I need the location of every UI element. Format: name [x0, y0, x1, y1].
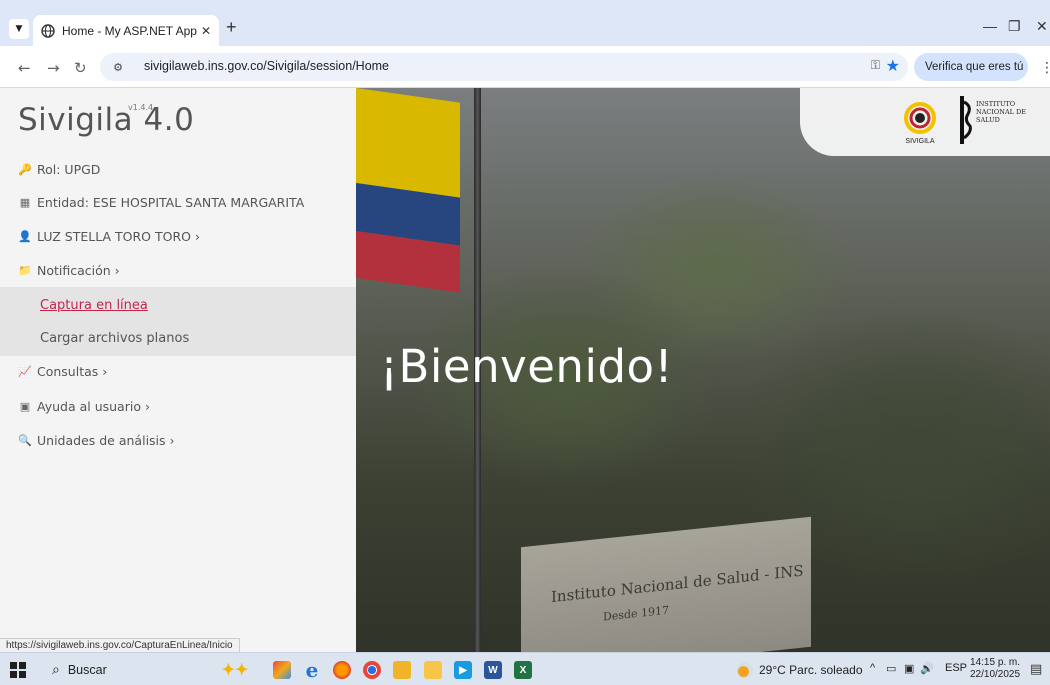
sidebar-item-unidades[interactable]: 🔍 Unidades de análisis › [18, 433, 175, 448]
verify-profile-button[interactable]: Verifica que eres tú [914, 53, 1028, 81]
display-icon[interactable]: ▣ [904, 662, 914, 675]
logo-card: SIVIGILA INSTITUTO NACIONAL DE SALUD [800, 88, 1050, 156]
sidebar-item-consultas[interactable]: 📈 Consultas › [18, 364, 107, 379]
excel-icon[interactable]: X [514, 661, 532, 679]
weather-widget[interactable]: 29°C Parc. soleado [737, 662, 863, 678]
hero-banner: Instituto Nacional de Salud - INS Desde … [356, 88, 1050, 652]
sivigila-logo: SIVIGILA [900, 98, 940, 146]
sign-text: Instituto Nacional de Salud - INS [551, 561, 804, 607]
search-icon: ⌕ [52, 661, 60, 677]
firefox-icon[interactable] [333, 661, 351, 679]
tab-title: Home - My ASP.NET Applicatio [62, 23, 197, 38]
entity-label: Entidad: ESE HOSPITAL SANTA MARGARITA [37, 195, 305, 210]
user-label: LUZ STELLA TORO TORO › [37, 229, 200, 244]
status-url-tooltip: https://sivigilaweb.ins.gov.co/CapturaEn… [0, 638, 240, 653]
svg-text:SIVIGILA: SIVIGILA [905, 138, 935, 145]
search-icon: 🔍 [18, 434, 32, 447]
help-icon: ▣ [19, 400, 31, 413]
consultas-label: Consultas › [37, 364, 108, 379]
forward-arrow-icon[interactable]: → [47, 59, 60, 77]
minimize-icon[interactable]: — [983, 18, 997, 34]
sticky-notes-icon[interactable] [424, 661, 442, 679]
sidebar: Sivigila 4.0 v1.4.4 🔑 Rol: UPGD ▦ Entida… [0, 88, 356, 652]
app-title[interactable]: Sivigila 4.0 [18, 102, 194, 138]
weather-label: 29°C Parc. soleado [759, 663, 863, 677]
word-icon[interactable]: W [484, 661, 502, 679]
submenu-cargar-archivos-planos[interactable]: Cargar archivos planos [40, 331, 189, 346]
clock-date: 22/10/2025 [970, 669, 1021, 680]
key-icon: 🔑 [18, 163, 32, 176]
clock[interactable]: 14:15 p. m. 22/10/2025 [970, 657, 1020, 681]
sign-subtext: Desde 1917 [603, 603, 670, 624]
taskbar-search-label: Buscar [67, 662, 107, 677]
new-tab-button[interactable]: + [226, 17, 237, 38]
sidebar-item-ayuda[interactable]: ▣ Ayuda al usuario › [18, 399, 150, 414]
browser-menu-icon[interactable]: ⋮ [1040, 60, 1050, 76]
welcome-heading: ¡Bienvenido! [380, 340, 674, 393]
back-arrow-icon[interactable]: ← [18, 59, 31, 77]
network-icon[interactable]: ▭ [886, 662, 896, 675]
verify-label: Verifica que eres tú [925, 61, 1024, 73]
file-explorer-icon[interactable] [393, 661, 411, 679]
site-settings-icon[interactable]: ⚙ [110, 59, 126, 75]
taskbar-search[interactable]: ⌕ Buscar [42, 656, 192, 683]
ins-logo-text: INSTITUTO NACIONAL DE SALUD [976, 100, 1026, 124]
chrome-icon[interactable] [363, 661, 381, 679]
windows-start-icon[interactable] [10, 662, 26, 678]
submenu-captura-en-linea[interactable]: Captura en línea [40, 298, 148, 313]
colombia-flag-image [356, 88, 460, 293]
internet-explorer-icon[interactable]: e [303, 658, 321, 682]
restore-icon[interactable]: ❐ [1008, 18, 1021, 35]
notificacion-label: Notificación › [37, 263, 120, 278]
user-icon: 👤 [18, 230, 32, 243]
sidebar-item-user[interactable]: 👤 LUZ STELLA TORO TORO › [18, 229, 200, 244]
line-chart-icon: 📈 [18, 365, 32, 378]
copilot-sparkle-icon[interactable]: ✦✦ [213, 661, 257, 679]
media-player-icon[interactable]: ▶ [454, 661, 472, 679]
sidebar-item-notificacion[interactable]: 📁 Notificación › [18, 263, 120, 278]
bookmark-star-icon[interactable]: ★ [886, 56, 900, 75]
windows-taskbar: ⌕ Buscar ✦✦ e ▶ W X 29°C Parc. soleado ^… [0, 652, 1050, 685]
reload-icon[interactable]: ↻ [74, 59, 87, 77]
building-icon: ▦ [19, 196, 31, 209]
ayuda-label: Ayuda al usuario › [37, 399, 150, 414]
chevron-up-icon[interactable]: ^ [870, 662, 875, 674]
notifications-icon[interactable]: ▤ [1030, 662, 1042, 677]
browser-tab-home[interactable]: Home - My ASP.NET Applicatio ✕ [33, 15, 219, 46]
notificacion-submenu: Captura en línea Cargar archivos planos [0, 287, 356, 356]
unidades-label: Unidades de análisis › [37, 433, 175, 448]
role-label: Rol: UPGD [37, 162, 101, 177]
ins-sign-image: Instituto Nacional de Salud - INS Desde … [521, 516, 811, 652]
copilot-app-icon[interactable] [273, 661, 291, 679]
clock-time: 14:15 p. m. [970, 657, 1021, 668]
partly-sunny-icon [737, 662, 753, 678]
volume-icon[interactable]: 🔊 [920, 662, 934, 675]
close-window-icon[interactable]: ✕ [1036, 18, 1048, 35]
password-key-icon[interactable]: ⚿ [871, 58, 880, 73]
globe-icon [41, 23, 55, 38]
address-bar[interactable]: ⚙ sivigilaweb.ins.gov.co/Sivigila/sessio… [100, 53, 908, 81]
address-toolbar: ← → ↻ ⚙ sivigilaweb.ins.gov.co/Sivigila/… [0, 46, 1050, 88]
url-text[interactable]: sivigilaweb.ins.gov.co/Sivigila/session/… [144, 59, 389, 73]
ins-logo: INSTITUTO NACIONAL DE SALUD [960, 96, 1044, 144]
sidebar-role: 🔑 Rol: UPGD [18, 162, 100, 177]
language-indicator[interactable]: ESP [945, 662, 967, 674]
browser-tabbar: ▼ Home - My ASP.NET Applicatio ✕ + — ❐ ✕ [0, 0, 1050, 46]
folder-icon: 📁 [18, 264, 32, 277]
app-version: v1.4.4 [128, 103, 154, 112]
tab-search-chevron-icon[interactable]: ▼ [9, 19, 29, 39]
close-tab-icon[interactable]: ✕ [201, 24, 211, 38]
sidebar-entity: ▦ Entidad: ESE HOSPITAL SANTA MARGARITA [18, 195, 304, 210]
